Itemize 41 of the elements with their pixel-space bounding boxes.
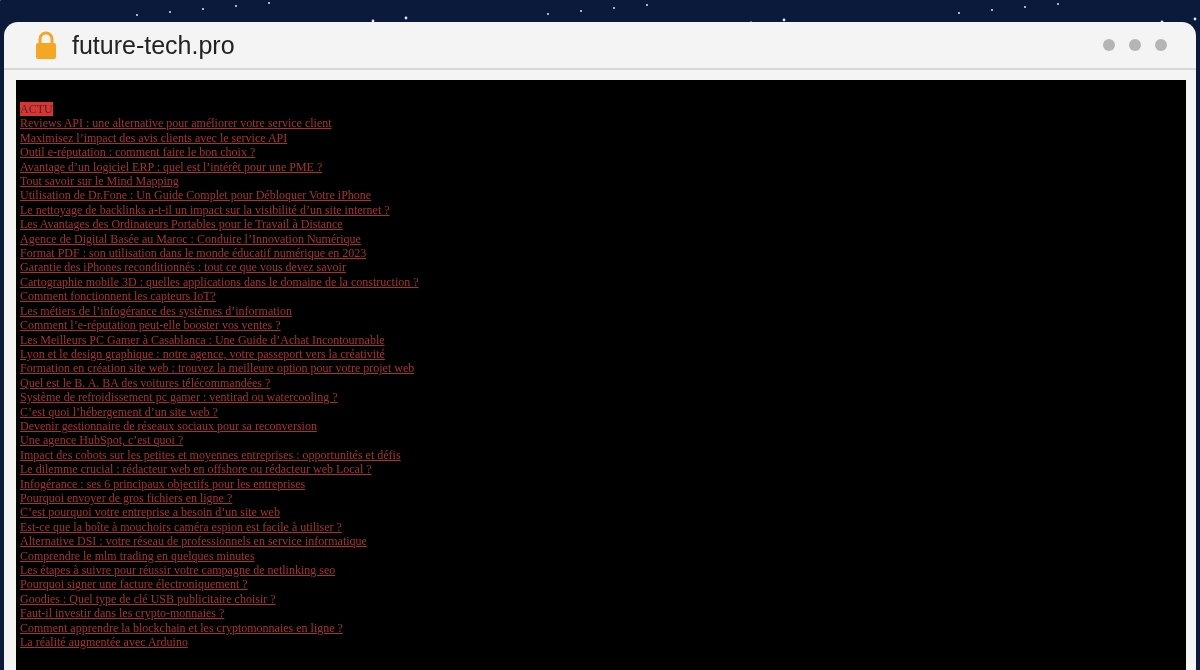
- window-controls-icon: [1102, 38, 1168, 52]
- article-link[interactable]: Outil e-réputation : comment faire le bon choix ?: [20, 145, 256, 160]
- article-link[interactable]: Les Meilleurs PC Gamer à Casablanca : Une Guide d’Achat Incontournable: [20, 332, 385, 347]
- article-link[interactable]: Tout savoir sur le Mind Mapping: [20, 174, 179, 189]
- article-link[interactable]: Avantage d’un logiciel ERP : quel est l’intérêt pour une PME ?: [20, 159, 323, 175]
- article-link[interactable]: Comment l’e-réputation peut-elle booster vos ventes ?: [20, 318, 281, 333]
- article-link[interactable]: Les Avantages des Ordinateurs Portables pour le Travail à Distance: [20, 217, 343, 232]
- article-link[interactable]: La réalité augmentée avec Arduino: [20, 635, 188, 650]
- article-link[interactable]: Garantie des iPhones reconditionnés : tout ce que vous devez savoir: [20, 260, 346, 275]
- article-link[interactable]: Impact des cobots sur les petites et moyennes entreprises : opportunités et défis: [20, 447, 401, 463]
- article-link[interactable]: Lyon et le design graphique : notre agence, votre passeport vers la créativité: [20, 346, 385, 362]
- article-link[interactable]: Pourquoi signer une facture électroniquement ?: [20, 577, 248, 592]
- article-link[interactable]: Les étapes à suivre pour réussir votre campagne de netlinking seo: [20, 563, 336, 578]
- article-link[interactable]: Utilisation de Dr.Fone : Un Guide Complet pour Débloquer Votre iPhone: [20, 188, 372, 203]
- article-link[interactable]: Faut-il investir dans les crypto-monnaies ?: [20, 606, 225, 621]
- article-link[interactable]: Goodies : Quel type de clé USB publicitaire choisir ?: [20, 591, 276, 607]
- article-link[interactable]: Comprendre le mlm trading en quelques minutes: [20, 548, 255, 563]
- article-link[interactable]: Comment fonctionnent les capteurs IoT?: [20, 289, 216, 304]
- article-link[interactable]: Le nettoyage de backlinks a-t-il un impact sur la visibilité d’un site internet ?: [20, 202, 390, 218]
- article-link[interactable]: Alternative DSI : votre réseau de professionnels en service informatique: [20, 534, 367, 549]
- article-link[interactable]: Est-ce que la boîte à mouchoirs caméra espion est facile à utiliser ?: [20, 519, 342, 535]
- article-link[interactable]: Formation en création site web : trouvez la meilleure option pour votre projet web: [20, 361, 415, 376]
- lock-icon: [34, 30, 58, 60]
- article-link[interactable]: Maximisez l’impact des avis clients avec le service API: [20, 130, 288, 146]
- article-link[interactable]: Format PDF : son utilisation dans le monde éducatif numérique en 2023: [20, 246, 367, 261]
- article-link[interactable]: Quel est le B. A. BA des voitures télécommandées ?: [20, 375, 271, 391]
- category-label: ACTU: [20, 102, 53, 117]
- article-link[interactable]: Les métiers de l’infogérance des systèmes d’information: [20, 303, 292, 319]
- article-link[interactable]: C’est pourquoi votre entreprise a besoin d’un site web: [20, 505, 280, 520]
- article-link[interactable]: Agence de Digital Basée au Maroc : Conduire l’Innovation Numérique: [20, 231, 361, 247]
- article-link[interactable]: Reviews API : une alternative pour améliorer votre service client: [20, 116, 332, 131]
- article-link[interactable]: Cartographie mobile 3D : quelles applications dans le domaine de la construction ?: [20, 274, 419, 290]
- article-link[interactable]: Pourquoi envoyer de gros fichiers en ligne ?: [20, 490, 233, 506]
- article-link[interactable]: C’est quoi l’hébergement d’un site web ?: [20, 404, 218, 419]
- article-link[interactable]: Comment apprendre la blockchain et les cryptomonnaies en ligne ?: [20, 620, 343, 636]
- article-link[interactable]: Une agence HubSpot, c’est quoi ?: [20, 433, 184, 448]
- article-link[interactable]: Système de refroidissement pc gamer : ventirad ou watercooling ?: [20, 390, 338, 405]
- article-link[interactable]: Infogérance : ses 6 principaux objectifs pour les entreprises: [20, 476, 306, 491]
- article-link[interactable]: Devenir gestionnaire de réseaux sociaux pour sa reconversion: [20, 418, 317, 434]
- address-text: future-tech.pro: [72, 30, 236, 60]
- article-link[interactable]: Le dilemme crucial : rédacteur web en offshore ou rédacteur web Local ?: [20, 462, 372, 477]
